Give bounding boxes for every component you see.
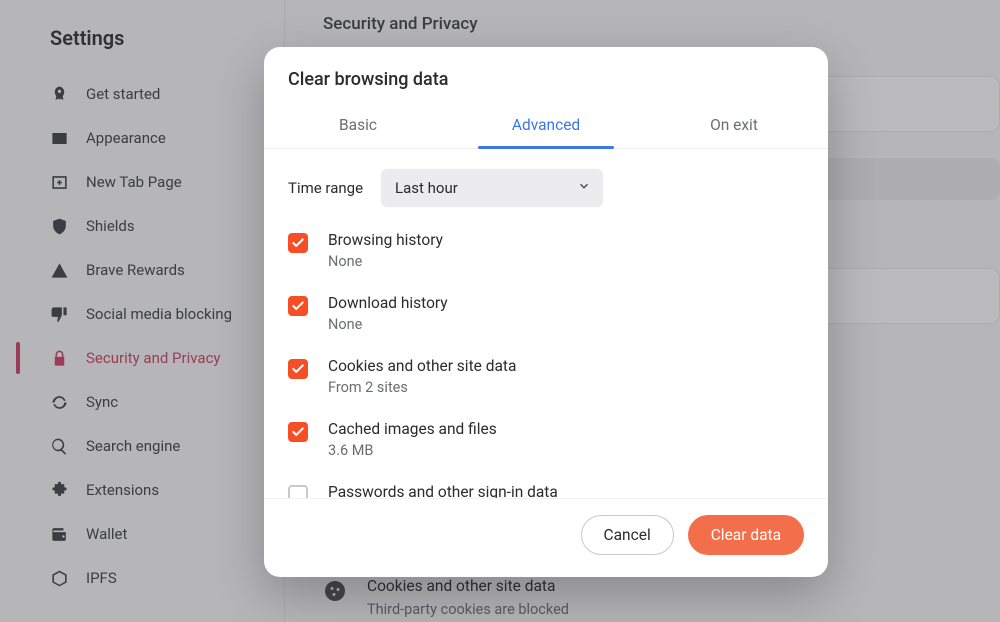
checkbox[interactable] xyxy=(288,296,308,316)
tab-basic[interactable]: Basic xyxy=(264,106,452,148)
checkbox[interactable] xyxy=(288,233,308,253)
clear-item-label: Passwords and other sign-in data xyxy=(328,483,558,498)
clear-item-label: Browsing history xyxy=(328,231,443,249)
dialog-checklist: Browsing history None Download history None… xyxy=(264,213,828,498)
tab-advanced[interactable]: Advanced xyxy=(452,106,640,148)
clear-item-sub: 3.6 MB xyxy=(328,442,497,459)
time-range-label: Time range xyxy=(288,179,363,197)
clear-item-label: Cached images and files xyxy=(328,420,497,438)
clear-data-button[interactable]: Clear data xyxy=(688,515,804,555)
checkbox[interactable] xyxy=(288,422,308,442)
clear-item-row: Cookies and other site data From 2 sites xyxy=(288,345,804,408)
clear-item-sub: None xyxy=(328,316,448,333)
dialog-title: Clear browsing data xyxy=(264,47,828,106)
clear-item-sub: From 2 sites xyxy=(328,379,516,396)
checkbox[interactable] xyxy=(288,359,308,379)
time-range-select[interactable]: Last hour xyxy=(381,169,603,207)
cancel-button[interactable]: Cancel xyxy=(581,515,674,555)
chevron-down-icon xyxy=(577,179,591,197)
clear-item-row: Download history None xyxy=(288,282,804,345)
clear-item-row: Passwords and other sign-in dataNone xyxy=(288,471,804,498)
clear-item-row: Cached images and files 3.6 MB xyxy=(288,408,804,471)
clear-item-label: Download history xyxy=(328,294,448,312)
dialog-actions: Cancel Clear data xyxy=(264,498,828,577)
tab-on-exit[interactable]: On exit xyxy=(640,106,828,148)
dialog-tabs: BasicAdvancedOn exit xyxy=(264,106,828,149)
clear-item-label: Cookies and other site data xyxy=(328,357,516,375)
time-range-value: Last hour xyxy=(395,179,458,197)
checkbox[interactable] xyxy=(288,485,308,498)
clear-item-sub: None xyxy=(328,253,443,270)
clear-browsing-data-dialog: Clear browsing data BasicAdvancedOn exit… xyxy=(264,47,828,577)
clear-item-row: Browsing history None xyxy=(288,219,804,282)
